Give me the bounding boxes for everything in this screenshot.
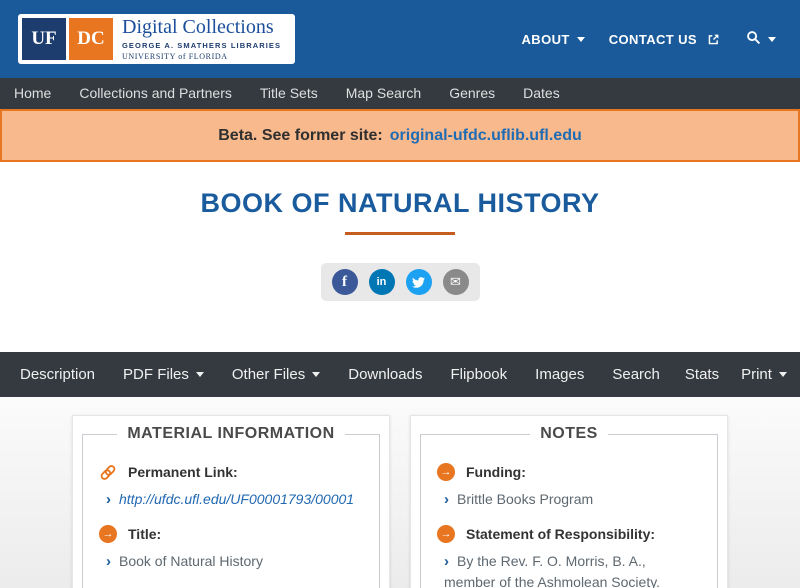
toolbar-label: Description — [20, 366, 96, 383]
logo-text: Digital Collections GEORGE A. SMATHERS L… — [122, 16, 291, 62]
statement-value: By the Rev. F. O. Morris, B. A., member … — [444, 553, 661, 588]
uf-logo-square: UF — [22, 18, 66, 60]
contact-us-link[interactable]: CONTACT US — [609, 30, 722, 48]
material-information-title: MATERIAL INFORMATION — [127, 425, 335, 442]
permanent-link-value[interactable]: http://ufdc.ufl.edu/UF00001793/00001 — [119, 491, 354, 507]
material-information-panel: MATERIAL INFORMATION Permanent Link: › ht… — [72, 415, 390, 588]
search-icon — [746, 30, 761, 48]
funding-field: → Funding: › Brittle Books Program — [437, 463, 701, 510]
beta-banner: Beta. See former site: original-ufdc.ufl… — [0, 109, 800, 162]
toolbar-images[interactable]: Images — [521, 366, 598, 383]
chevron-right-icon: › — [106, 491, 111, 508]
circle-arrow-icon: → — [99, 525, 117, 543]
email-share-button[interactable]: ✉ — [442, 269, 469, 295]
page-title: BOOK OF NATURAL HISTORY — [200, 188, 600, 218]
toolbar-downloads[interactable]: Downloads — [334, 366, 436, 383]
nav-item-genres[interactable]: Genres — [435, 78, 509, 109]
dc-logo-square: DC — [69, 18, 113, 60]
chevron-down-icon — [778, 372, 787, 377]
statement-of-responsibility-field: → Statement of Responsibility: › By the R… — [437, 525, 701, 588]
toolbar-label: Other Files — [231, 366, 306, 383]
site-header: UF DC Digital Collections GEORGE A. SMAT… — [0, 0, 800, 78]
linkedin-share-button[interactable]: in — [368, 269, 395, 295]
toolbar-label: Print — [741, 366, 772, 383]
former-site-link[interactable]: original-ufdc.uflib.ufl.edu — [390, 127, 582, 145]
search-menu[interactable] — [746, 30, 776, 48]
ufdc-logo[interactable]: UF DC Digital Collections GEORGE A. SMAT… — [18, 14, 296, 64]
toolbar-print[interactable]: Print — [730, 366, 798, 383]
facebook-icon: f — [342, 273, 347, 290]
toolbar-label: Downloads — [348, 366, 423, 383]
nav-item-title-sets[interactable]: Title Sets — [246, 78, 332, 109]
toolbar-other-files[interactable]: Other Files — [218, 366, 334, 383]
field-label: Title: — [128, 526, 162, 542]
chevron-down-icon — [576, 36, 585, 42]
logo-institution: UNIVERSITY of FLORIDA — [122, 52, 228, 61]
about-label: ABOUT — [521, 31, 570, 47]
toolbar-search[interactable]: Search — [598, 366, 674, 383]
field-label: Funding: — [466, 464, 526, 480]
main-nav: Home Collections and Partners Title Sets… — [0, 78, 800, 109]
envelope-icon: ✉ — [450, 274, 461, 289]
toolbar-label: Images — [535, 366, 585, 383]
toolbar-pdf-files[interactable]: PDF Files — [109, 366, 218, 383]
link-icon — [99, 463, 117, 481]
notes-title: NOTES — [540, 425, 598, 442]
contact-label: CONTACT US — [608, 31, 697, 47]
nav-item-dates[interactable]: Dates — [509, 78, 574, 109]
title-value: Book of Natural History — [119, 553, 263, 569]
beta-banner-text: Beta. See former site: — [218, 126, 383, 144]
toolbar-left-group: Description PDF Files Other Files Downlo… — [6, 366, 674, 383]
nav-item-map-search[interactable]: Map Search — [332, 78, 435, 109]
toolbar-flipbook[interactable]: Flipbook — [436, 366, 521, 383]
title-field: → Title: › Book of Natural History — [99, 525, 363, 572]
chevron-right-icon: › — [444, 553, 449, 570]
toolbar-right-group: Stats Print ✉Send — [674, 366, 800, 383]
logo-title: Digital Collections — [122, 16, 274, 38]
permanent-link-field: Permanent Link: › http://ufdc.ufl.edu/UF0… — [99, 463, 363, 510]
external-link-icon — [704, 30, 722, 48]
about-menu[interactable]: ABOUT — [522, 32, 585, 47]
hero-section: BOOK OF NATURAL HISTORY f in ✉ — [0, 162, 800, 352]
content-area: MATERIAL INFORMATION Permanent Link: › ht… — [0, 397, 800, 588]
chevron-right-icon: › — [444, 491, 449, 508]
linkedin-icon: in — [376, 276, 387, 288]
twitter-share-button[interactable] — [405, 269, 432, 295]
chevron-down-icon — [195, 372, 204, 377]
toolbar-label: Flipbook — [450, 366, 508, 383]
toolbar-stats[interactable]: Stats — [674, 366, 730, 383]
toolbar-label: Search — [612, 366, 660, 383]
circle-arrow-icon: → — [437, 463, 455, 481]
social-share-bar: f in ✉ — [320, 263, 480, 301]
facebook-share-button[interactable]: f — [331, 269, 358, 295]
toolbar-label: PDF Files — [123, 366, 189, 383]
notes-panel: NOTES → Funding: › Brittle Books Program … — [410, 415, 728, 588]
funding-value: Brittle Books Program — [457, 491, 594, 507]
chevron-right-icon: › — [106, 553, 111, 570]
circle-arrow-icon: → — [437, 525, 455, 543]
nav-item-home[interactable]: Home — [0, 78, 65, 109]
logo-subtitle: GEORGE A. SMATHERS LIBRARIES — [122, 41, 282, 50]
chevron-down-icon — [768, 36, 776, 42]
twitter-icon — [412, 276, 425, 289]
toolbar-description[interactable]: Description — [6, 366, 109, 383]
header-menu: ABOUT CONTACT US — [522, 30, 776, 48]
chevron-down-icon — [312, 372, 321, 377]
field-label: Statement of Responsibility: — [466, 526, 656, 542]
field-label: Permanent Link: — [128, 464, 238, 480]
nav-item-collections-and-partners[interactable]: Collections and Partners — [65, 78, 246, 109]
toolbar-label: Stats — [684, 366, 720, 383]
item-toolbar: Description PDF Files Other Files Downlo… — [0, 352, 800, 397]
